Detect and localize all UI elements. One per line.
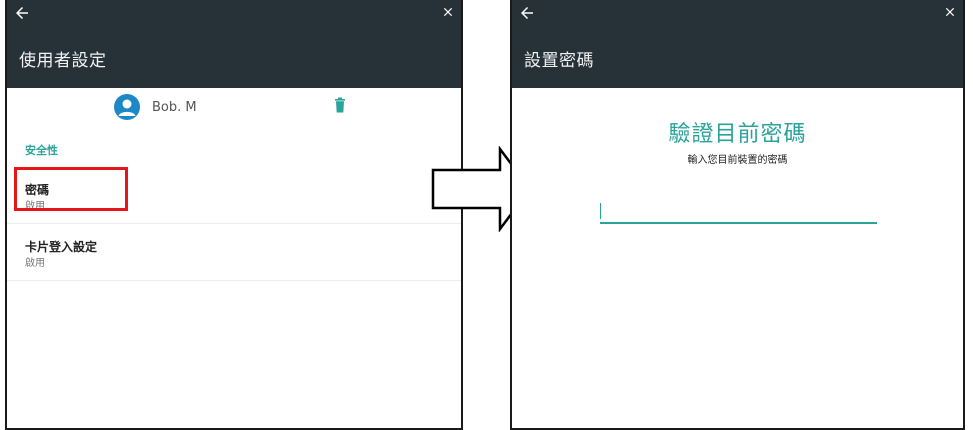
setting-item-password[interactable]: 密碼 啟用 xyxy=(7,167,461,224)
set-password-screen: 設置密碼 驗證目前密碼 輸入您目前裝置的密碼 xyxy=(510,0,965,430)
user-name: Bob. M xyxy=(152,100,197,115)
page-title: 設置密碼 xyxy=(524,51,594,71)
setting-item-title: 卡片登入設定 xyxy=(25,240,98,254)
page-title: 使用者設定 xyxy=(19,51,107,71)
section-label-security: 安全性 xyxy=(25,144,58,157)
text-cursor xyxy=(600,203,601,219)
setting-item-card-login[interactable]: 卡片登入設定 啟用 xyxy=(7,224,461,281)
setting-item-status: 啟用 xyxy=(25,258,45,269)
back-arrow-icon[interactable] xyxy=(518,4,536,22)
password-input[interactable] xyxy=(600,200,877,224)
verify-heading: 驗證目前密碼 xyxy=(668,122,807,147)
verify-subheading: 輸入您目前裝置的密碼 xyxy=(687,155,788,166)
close-icon[interactable] xyxy=(441,5,455,19)
close-icon[interactable] xyxy=(943,5,957,19)
user-settings-screen: 使用者設定 Bob. M 安全性 密碼 啟用 卡片登入設定 啟用 xyxy=(5,0,463,430)
app-bar: 設置密碼 xyxy=(512,0,963,88)
user-row: Bob. M xyxy=(7,88,461,126)
trash-icon[interactable] xyxy=(334,97,346,113)
setting-item-status: 啟用 xyxy=(25,201,45,212)
back-arrow-icon[interactable] xyxy=(13,4,31,22)
avatar xyxy=(114,94,140,120)
app-bar: 使用者設定 xyxy=(7,0,461,88)
person-icon xyxy=(118,99,136,116)
setting-item-title: 密碼 xyxy=(25,183,50,197)
